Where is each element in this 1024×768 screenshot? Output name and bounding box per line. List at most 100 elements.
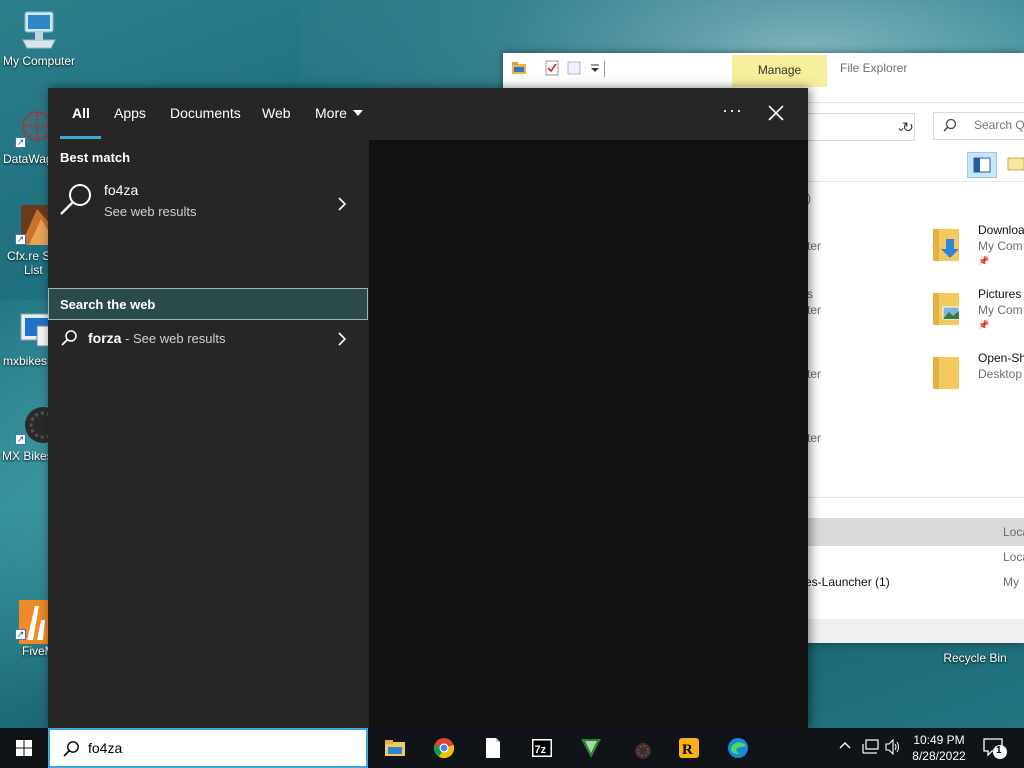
more-options-icon[interactable]: ··· (722, 100, 743, 121)
taskbar-chrome[interactable] (420, 728, 468, 768)
explorer-search-input[interactable] (974, 118, 1024, 132)
taskbar-file-explorer[interactable] (371, 728, 419, 768)
windows-logo-icon (16, 740, 32, 756)
title-separator (604, 61, 605, 77)
explorer-search-box[interactable] (933, 112, 1024, 140)
new-folder-icon[interactable] (566, 60, 582, 76)
datawag-icon: ↗ (15, 108, 52, 148)
explorer-title-bar: Manage File Explorer (503, 53, 1024, 87)
notification-icon (983, 738, 1007, 759)
hidden-text-fragment: ter (807, 303, 822, 317)
search-the-web-header: Search the web (48, 288, 368, 320)
pin-icon: 📌 (978, 320, 990, 330)
desktop-icon-recycle-bin[interactable]: Recycle Bin (936, 651, 1014, 665)
recent-file-location: Loca (1003, 525, 1024, 539)
properties-icon[interactable] (544, 60, 560, 76)
active-tab-indicator (60, 136, 101, 139)
search-the-web-label: Search the web (60, 297, 156, 312)
folder-icon (931, 353, 961, 393)
desktop-icon-label: My Computer (2, 54, 76, 68)
pictures-folder-icon (931, 289, 961, 329)
refresh-icon[interactable]: ↻ (895, 113, 921, 141)
taskbar-search-input[interactable] (88, 740, 348, 756)
shortcut-arrow-icon: ↗ (15, 629, 26, 640)
best-match-result[interactable]: fo4za See web results (48, 176, 369, 234)
file-explorer-icon (385, 740, 405, 756)
explorer-divider (803, 181, 1024, 182)
taskbar-document[interactable] (469, 728, 517, 768)
taskbar-clock[interactable]: 10:49 PM 8/28/2022 (902, 732, 976, 764)
search-tab-bar: All Apps Documents Web More ··· (48, 88, 808, 140)
chevron-right-icon[interactable] (337, 196, 347, 212)
window-title: File Explorer (840, 61, 908, 75)
pin-icon: 📌 (978, 256, 990, 266)
web-suggestion-text: forza - See web results (88, 330, 226, 346)
quick-access-pictures[interactable]: Pictures My Com 📌 (931, 287, 1024, 337)
quick-access-name: Pictures (978, 287, 1022, 301)
quick-access-name: Downloa (978, 223, 1024, 237)
chevron-up-icon[interactable] (838, 738, 852, 755)
web-suggestion-row[interactable]: forza - See web results (48, 324, 369, 354)
clock-date: 8/28/2022 (912, 749, 966, 763)
cfxre-icon: ↗ (15, 205, 51, 245)
manage-tab[interactable]: Manage (732, 55, 827, 87)
folder-icon[interactable] (511, 60, 527, 76)
taskbar-edge[interactable] (714, 728, 762, 768)
close-icon[interactable] (765, 102, 787, 124)
quick-access-open-sh[interactable]: Open-Sh Desktop (931, 351, 1024, 401)
shortcut-arrow-icon: ↗ (15, 137, 26, 148)
customize-dropdown-icon[interactable] (587, 60, 603, 76)
taskbar-search-box[interactable] (48, 728, 368, 768)
tab-apps[interactable]: Apps (114, 105, 146, 121)
chevron-right-icon[interactable] (337, 331, 347, 347)
rockstar-icon: R (679, 738, 699, 758)
volume-icon[interactable] (884, 738, 902, 758)
document-icon (486, 738, 500, 758)
recent-file-name[interactable]: es-Launcher (1) (805, 575, 890, 589)
clock-time: 10:49 PM (913, 733, 965, 747)
tab-documents[interactable]: Documents (170, 105, 241, 121)
tab-web[interactable]: Web (262, 105, 291, 121)
search-icon (943, 118, 957, 135)
explorer-status-bar (803, 619, 1024, 643)
shortcut-arrow-icon: ↗ (15, 434, 26, 445)
fivem-icon: ↗ (15, 600, 51, 644)
details-pane-button[interactable] (967, 152, 997, 178)
mxbikes-icon (635, 743, 651, 759)
shortcut-arrow-icon: ↗ (15, 234, 26, 245)
best-match-header: Best match (60, 150, 131, 165)
desktop-icon-my-computer[interactable]: My Computer (0, 10, 78, 68)
svg-text:7z: 7z (535, 744, 547, 756)
best-match-subtitle: See web results (104, 204, 197, 219)
network-icon[interactable] (861, 739, 879, 758)
taskbar-rockstar[interactable]: R (665, 728, 713, 768)
quick-access-downloads[interactable]: Downloa My Com 📌 (931, 223, 1024, 273)
tab-more[interactable]: More (315, 105, 363, 121)
taskbar-vegas[interactable] (567, 728, 615, 768)
7zip-icon: 7z (532, 739, 552, 757)
taskbar-mxbikes[interactable] (616, 728, 664, 768)
search-icon (60, 329, 78, 350)
hidden-text-fragment: ter (807, 431, 822, 445)
hidden-text-fragment: ter (807, 367, 822, 381)
quick-access-location: Desktop (978, 367, 1023, 381)
notification-center-button[interactable]: 1 (980, 728, 1024, 768)
chrome-icon (433, 738, 455, 759)
mxbikes-tire-icon: ↗ (15, 405, 61, 445)
taskbar-7zip[interactable]: 7z (518, 728, 566, 768)
computer-icon (21, 10, 57, 50)
vegas-icon (581, 739, 601, 758)
search-flyout[interactable]: All Apps Documents Web More ··· Best mat… (48, 88, 808, 728)
downloads-folder-icon (931, 225, 961, 265)
quick-access-name: Open-Sh (978, 351, 1024, 365)
preview-pane-icon[interactable] (1006, 152, 1024, 178)
quick-access-location: My Com (978, 239, 1023, 253)
system-tray (834, 728, 902, 768)
best-match-title: fo4za (104, 182, 139, 198)
search-results-pane: Best match fo4za See web results Search … (48, 140, 369, 728)
recent-file-row-selected[interactable]: Loca (803, 518, 1024, 546)
search-icon (58, 182, 94, 221)
notification-count: 1 (996, 745, 1002, 756)
start-button[interactable] (0, 728, 48, 768)
tab-all[interactable]: All (72, 105, 90, 121)
